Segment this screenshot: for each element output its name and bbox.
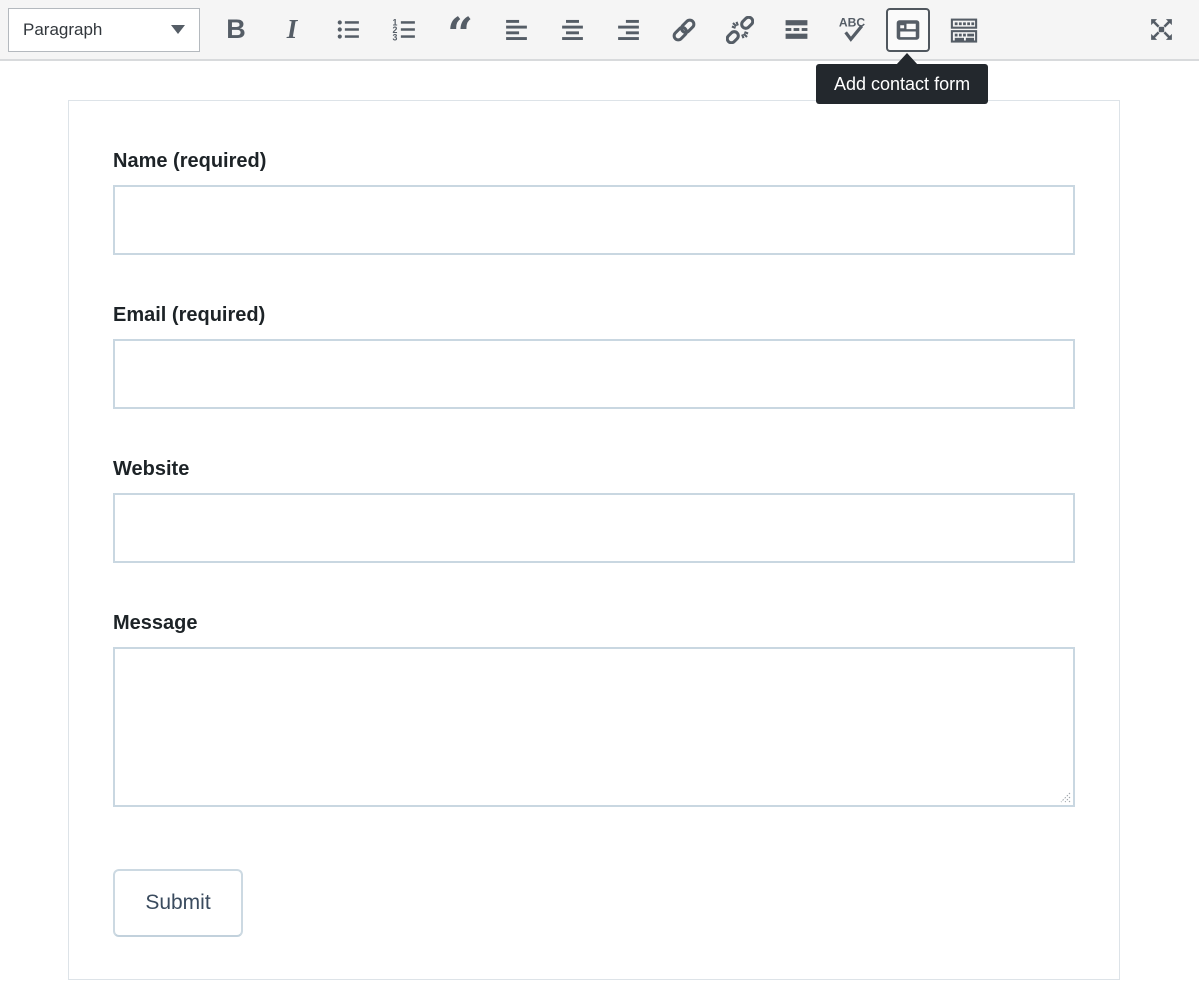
add-contact-form-button[interactable]: [886, 8, 930, 52]
bulleted-list-button[interactable]: [326, 8, 370, 52]
align-center-button[interactable]: [550, 8, 594, 52]
spellcheck-icon: ABC: [837, 15, 867, 45]
blockquote-button[interactable]: “: [438, 8, 482, 52]
svg-text:3: 3: [392, 32, 397, 42]
align-right-button[interactable]: [606, 8, 650, 52]
link-icon: [670, 16, 698, 44]
email-field-label: Email (required): [113, 304, 1075, 326]
field-group-message: Message: [113, 612, 1075, 807]
website-field-label: Website: [113, 458, 1075, 480]
align-center-icon: [559, 16, 586, 43]
blockquote-icon: “: [445, 16, 475, 44]
insert-link-button[interactable]: [662, 8, 706, 52]
format-dropdown-value: Paragraph: [23, 20, 102, 40]
toolbar-toggle-button[interactable]: [942, 8, 986, 52]
message-field-textarea[interactable]: [113, 647, 1075, 807]
keyboard-icon: [949, 15, 979, 45]
fullscreen-button[interactable]: [1139, 8, 1183, 52]
bold-button[interactable]: B: [214, 8, 258, 52]
name-field-input[interactable]: [113, 185, 1075, 255]
field-group-email: Email (required): [113, 304, 1075, 409]
align-right-icon: [615, 16, 642, 43]
align-left-icon: [503, 16, 530, 43]
italic-button[interactable]: I: [270, 8, 314, 52]
editor-toolbar: Paragraph B I 1 2 3: [0, 0, 1199, 61]
fullscreen-icon: [1148, 16, 1175, 43]
unlink-icon: [726, 16, 754, 44]
svg-text:“: “: [447, 16, 473, 44]
bold-icon: B: [226, 16, 246, 43]
insert-read-more-tag-button[interactable]: [774, 8, 818, 52]
align-left-button[interactable]: [494, 8, 538, 52]
message-field-label: Message: [113, 612, 1075, 634]
field-group-website: Website: [113, 458, 1075, 563]
email-field-input[interactable]: [113, 339, 1075, 409]
contact-form-icon: [894, 16, 922, 44]
name-field-label: Name (required): [113, 150, 1075, 172]
editor-content-area: Name (required) Email (required) Website…: [0, 61, 1199, 980]
italic-icon: I: [287, 16, 298, 43]
numbered-list-icon: 1 2 3: [391, 16, 418, 43]
message-textarea-wrap: [113, 647, 1075, 807]
tooltip-text: Add contact form: [834, 74, 970, 95]
numbered-list-button[interactable]: 1 2 3: [382, 8, 426, 52]
spellcheck-button[interactable]: ABC: [830, 8, 874, 52]
remove-link-button[interactable]: [718, 8, 762, 52]
format-dropdown[interactable]: Paragraph: [8, 8, 200, 52]
read-more-icon: [783, 16, 810, 43]
contact-form-preview: Name (required) Email (required) Website…: [68, 100, 1120, 980]
submit-button[interactable]: Submit: [113, 869, 243, 937]
field-group-name: Name (required): [113, 150, 1075, 255]
add-contact-form-tooltip: Add contact form: [816, 64, 988, 104]
chevron-down-icon: [171, 25, 185, 34]
bulleted-list-icon: [335, 16, 362, 43]
website-field-input[interactable]: [113, 493, 1075, 563]
submit-row: Submit: [113, 869, 1075, 937]
